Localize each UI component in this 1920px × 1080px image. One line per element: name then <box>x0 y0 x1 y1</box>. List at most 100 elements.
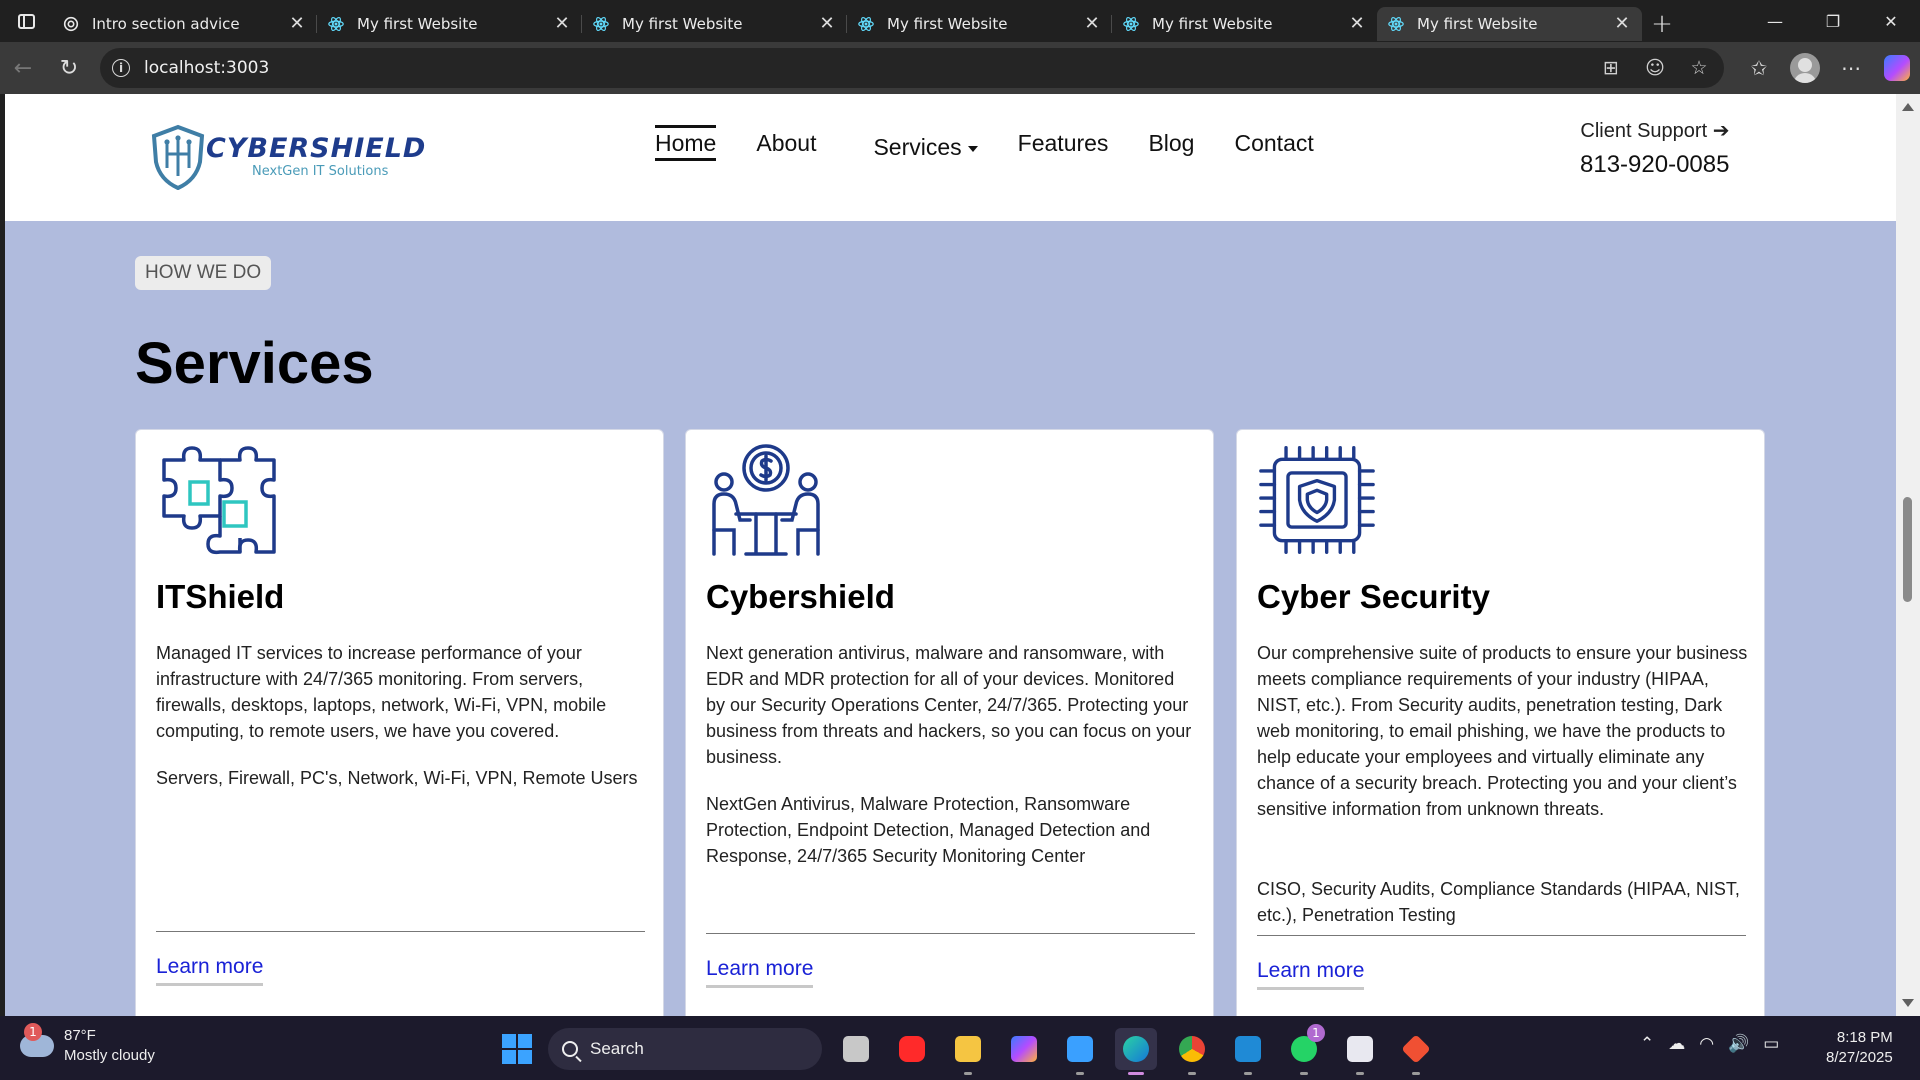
snipping-tool-icon[interactable] <box>1339 1028 1381 1075</box>
close-tab-icon[interactable]: ✕ <box>1349 15 1365 33</box>
browser-tab[interactable]: My first Website ✕ <box>316 7 582 41</box>
back-arrow-icon[interactable]: ← <box>0 45 46 91</box>
taskbar-apps: 1 <box>835 1024 1437 1075</box>
search-icon <box>562 1041 578 1057</box>
taskbar: 1 87°F Mostly cloudy Search 1 ⌃ ☁ ◠ 🔊 ▭ <box>0 1016 1920 1080</box>
profile-button[interactable] <box>1782 45 1828 91</box>
minimize-icon[interactable]: — <box>1746 0 1804 42</box>
close-tab-icon[interactable]: ✕ <box>819 15 835 33</box>
taskbar-search[interactable]: Search <box>548 1028 822 1070</box>
refresh-icon[interactable]: ↻ <box>46 45 92 91</box>
react-icon <box>1388 17 1404 31</box>
scrollbar-thumb[interactable] <box>1903 497 1912 602</box>
window-controls: — ❐ ✕ <box>1746 0 1920 42</box>
scroll-up-icon[interactable] <box>1902 103 1914 111</box>
browser-tab[interactable]: Intro section advice ✕ <box>52 7 317 41</box>
url-text[interactable]: localhost:3003 <box>144 58 269 78</box>
support-phone[interactable]: 813-920-0085 <box>1580 151 1729 179</box>
address-bar[interactable]: i localhost:3003 ⊞ ☺ ☆ <box>100 48 1724 88</box>
copilot-app-icon[interactable] <box>1003 1028 1045 1070</box>
client-support-link[interactable]: Client Support ➔ <box>1580 118 1729 143</box>
site-logo[interactable]: CYBERSHIELD NextGen IT Solutions <box>150 124 426 190</box>
microsoft-store-icon[interactable] <box>1059 1028 1101 1075</box>
nav-link-features[interactable]: Features <box>1018 128 1109 158</box>
nav-link-contact[interactable]: Contact <box>1234 128 1313 158</box>
task-view-icon[interactable] <box>835 1028 877 1070</box>
card-description: Managed IT services to increase performa… <box>156 643 607 741</box>
wifi-icon[interactable]: ◠ <box>1699 1034 1714 1054</box>
main-nav: Home About Services Features Blog Contac… <box>655 125 1354 162</box>
nav-link-about[interactable]: About <box>756 128 816 158</box>
more-options-icon[interactable]: ⋯ <box>1828 45 1874 91</box>
learn-more-link[interactable]: Learn more <box>706 957 814 988</box>
logo-tagline: NextGen IT Solutions <box>252 164 389 179</box>
file-explorer-icon[interactable] <box>947 1028 989 1075</box>
browser-tab[interactable]: My first Website ✕ <box>581 7 847 41</box>
react-icon <box>328 17 344 31</box>
volume-icon[interactable]: 🔊 <box>1728 1034 1749 1054</box>
close-tab-icon[interactable]: ✕ <box>1614 15 1630 33</box>
section-eyebrow: HOW WE DO <box>135 256 272 290</box>
nav-link-blog[interactable]: Blog <box>1148 128 1194 158</box>
whatsapp-badge: 1 <box>1307 1024 1325 1042</box>
card-divider <box>1257 935 1746 936</box>
card-description: Our comprehensive suite of products to e… <box>1257 643 1748 819</box>
card-title: ITShield <box>156 578 285 615</box>
onedrive-icon[interactable]: ☁ <box>1668 1034 1685 1054</box>
site-info-icon[interactable]: i <box>112 59 130 77</box>
puzzle-icon <box>162 446 276 555</box>
clock-time: 8:18 PM <box>1836 1029 1893 1046</box>
favorite-star-icon[interactable]: ☆ <box>1688 57 1710 79</box>
chrome-icon[interactable] <box>1171 1028 1213 1075</box>
arrow-right-icon: ➔ <box>1712 120 1730 142</box>
new-tab-button[interactable]: + <box>1642 7 1682 41</box>
chevron-up-icon[interactable]: ⌃ <box>1640 1034 1654 1054</box>
close-tab-icon[interactable]: ✕ <box>1084 15 1100 33</box>
scroll-down-icon[interactable] <box>1902 999 1914 1007</box>
tab-title: My first Website <box>887 15 1008 33</box>
nav-dropdown-services[interactable]: Services <box>873 132 978 162</box>
restore-icon[interactable]: ❐ <box>1804 0 1862 42</box>
app-available-icon[interactable]: ⊞ <box>1600 57 1622 79</box>
tab-actions-button[interactable] <box>0 0 52 42</box>
card-title: Cyber Security <box>1257 578 1490 615</box>
nav-link-home[interactable]: Home <box>655 125 717 161</box>
card-tags: NextGen Antivirus, Malware Protection, R… <box>706 794 1151 866</box>
browser-tab-strip: Intro section advice ✕ My first Website … <box>0 0 1920 42</box>
reading-view-icon[interactable]: ☺ <box>1644 57 1666 79</box>
favorites-icon[interactable]: ✩ <box>1736 45 1782 91</box>
close-tab-icon[interactable]: ✕ <box>554 15 570 33</box>
page-scrollbar[interactable] <box>1896 94 1920 1016</box>
logo-wordmark: CYBERSHIELD <box>206 133 427 164</box>
weather-temp: 87°F <box>64 1027 96 1044</box>
react-icon <box>858 17 874 31</box>
copilot-icon <box>1884 55 1910 81</box>
edge-browser-icon[interactable] <box>1115 1028 1157 1075</box>
whatsapp-icon[interactable]: 1 <box>1283 1024 1325 1075</box>
tab-title: My first Website <box>357 15 478 33</box>
service-card: ITShield Managed IT services to increase… <box>135 429 664 1016</box>
vscode-icon[interactable] <box>1227 1028 1269 1075</box>
shield-logo-icon <box>151 124 205 190</box>
youtube-icon[interactable] <box>891 1028 933 1070</box>
close-tab-icon[interactable]: ✕ <box>289 15 305 33</box>
clock[interactable]: 8:18 PM 8/27/2025 <box>1826 1028 1893 1068</box>
browser-tab[interactable]: My first Website ✕ <box>1111 7 1377 41</box>
clock-date: 8/27/2025 <box>1826 1049 1893 1066</box>
git-icon[interactable] <box>1395 1028 1437 1075</box>
close-window-icon[interactable]: ✕ <box>1862 0 1920 42</box>
tab-title: My first Website <box>1417 15 1538 33</box>
copilot-button[interactable] <box>1874 45 1920 91</box>
card-tags: CISO, Security Audits, Compliance Standa… <box>1257 879 1740 925</box>
weather-widget[interactable]: 1 87°F Mostly cloudy <box>20 1023 155 1066</box>
nav-services-label: Services <box>873 134 962 160</box>
learn-more-link[interactable]: Learn more <box>1257 959 1365 990</box>
browser-tab-active[interactable]: My first Website ✕ <box>1377 7 1642 41</box>
windows-start-icon[interactable] <box>502 1034 532 1064</box>
client-support[interactable]: Client Support ➔ 813-920-0085 <box>1580 118 1729 179</box>
tab-title: My first Website <box>622 15 743 33</box>
battery-icon[interactable]: ▭ <box>1763 1034 1779 1054</box>
browser-tab[interactable]: My first Website ✕ <box>846 7 1112 41</box>
tab-title: My first Website <box>1152 15 1273 33</box>
learn-more-link[interactable]: Learn more <box>156 955 264 986</box>
